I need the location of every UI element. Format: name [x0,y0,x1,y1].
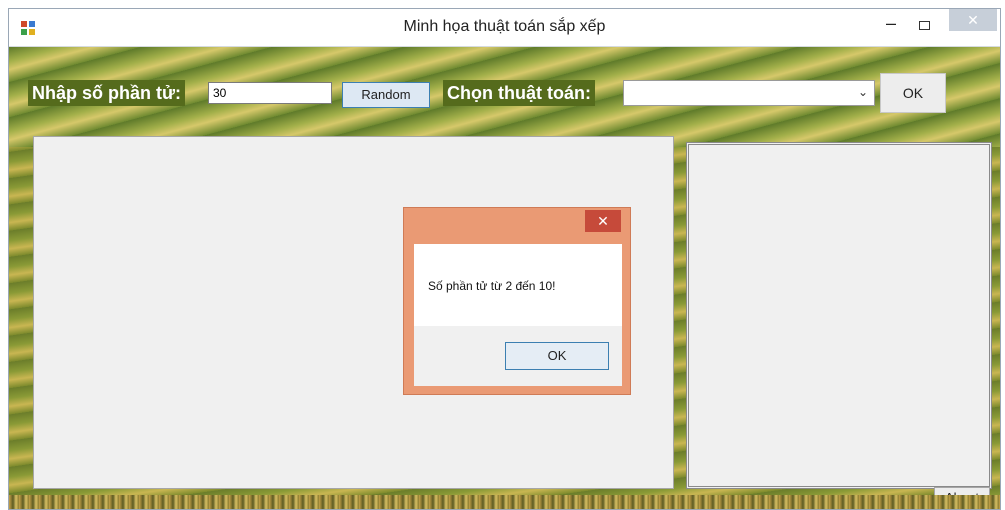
random-button[interactable]: Random [342,82,430,108]
title-bar[interactable]: Minh họa thuật toán sắp xếp – ✕ [9,9,1000,47]
log-panel [686,142,992,489]
maximize-icon [918,21,930,30]
about-button[interactable]: About [934,487,990,509]
dialog-message: Số phần tử từ 2 đến 10! [428,279,556,293]
dialog-body: Số phần tử từ 2 đến 10! [414,244,622,326]
message-dialog: ✕ Số phần tử từ 2 đến 10! OK [403,207,631,395]
chevron-down-icon: ⌄ [857,85,868,99]
close-button[interactable]: ✕ [949,9,997,31]
dialog-close-button[interactable]: ✕ [585,210,621,232]
algorithm-select[interactable]: ⌄ [623,80,875,106]
algorithm-label: Chọn thuật toán: [443,80,595,106]
ok-button[interactable]: OK [880,73,946,113]
minimize-button[interactable]: – [877,14,905,41]
count-input[interactable] [208,82,332,104]
maximize-button[interactable] [911,17,937,41]
image-credit: Hagiangsensetravel.com [9,495,929,509]
window-title: Minh họa thuật toán sắp xếp [403,18,606,35]
dialog-ok-button[interactable]: OK [505,342,609,370]
count-label: Nhập số phần tử: [28,80,186,106]
dialog-footer: OK [414,326,622,386]
